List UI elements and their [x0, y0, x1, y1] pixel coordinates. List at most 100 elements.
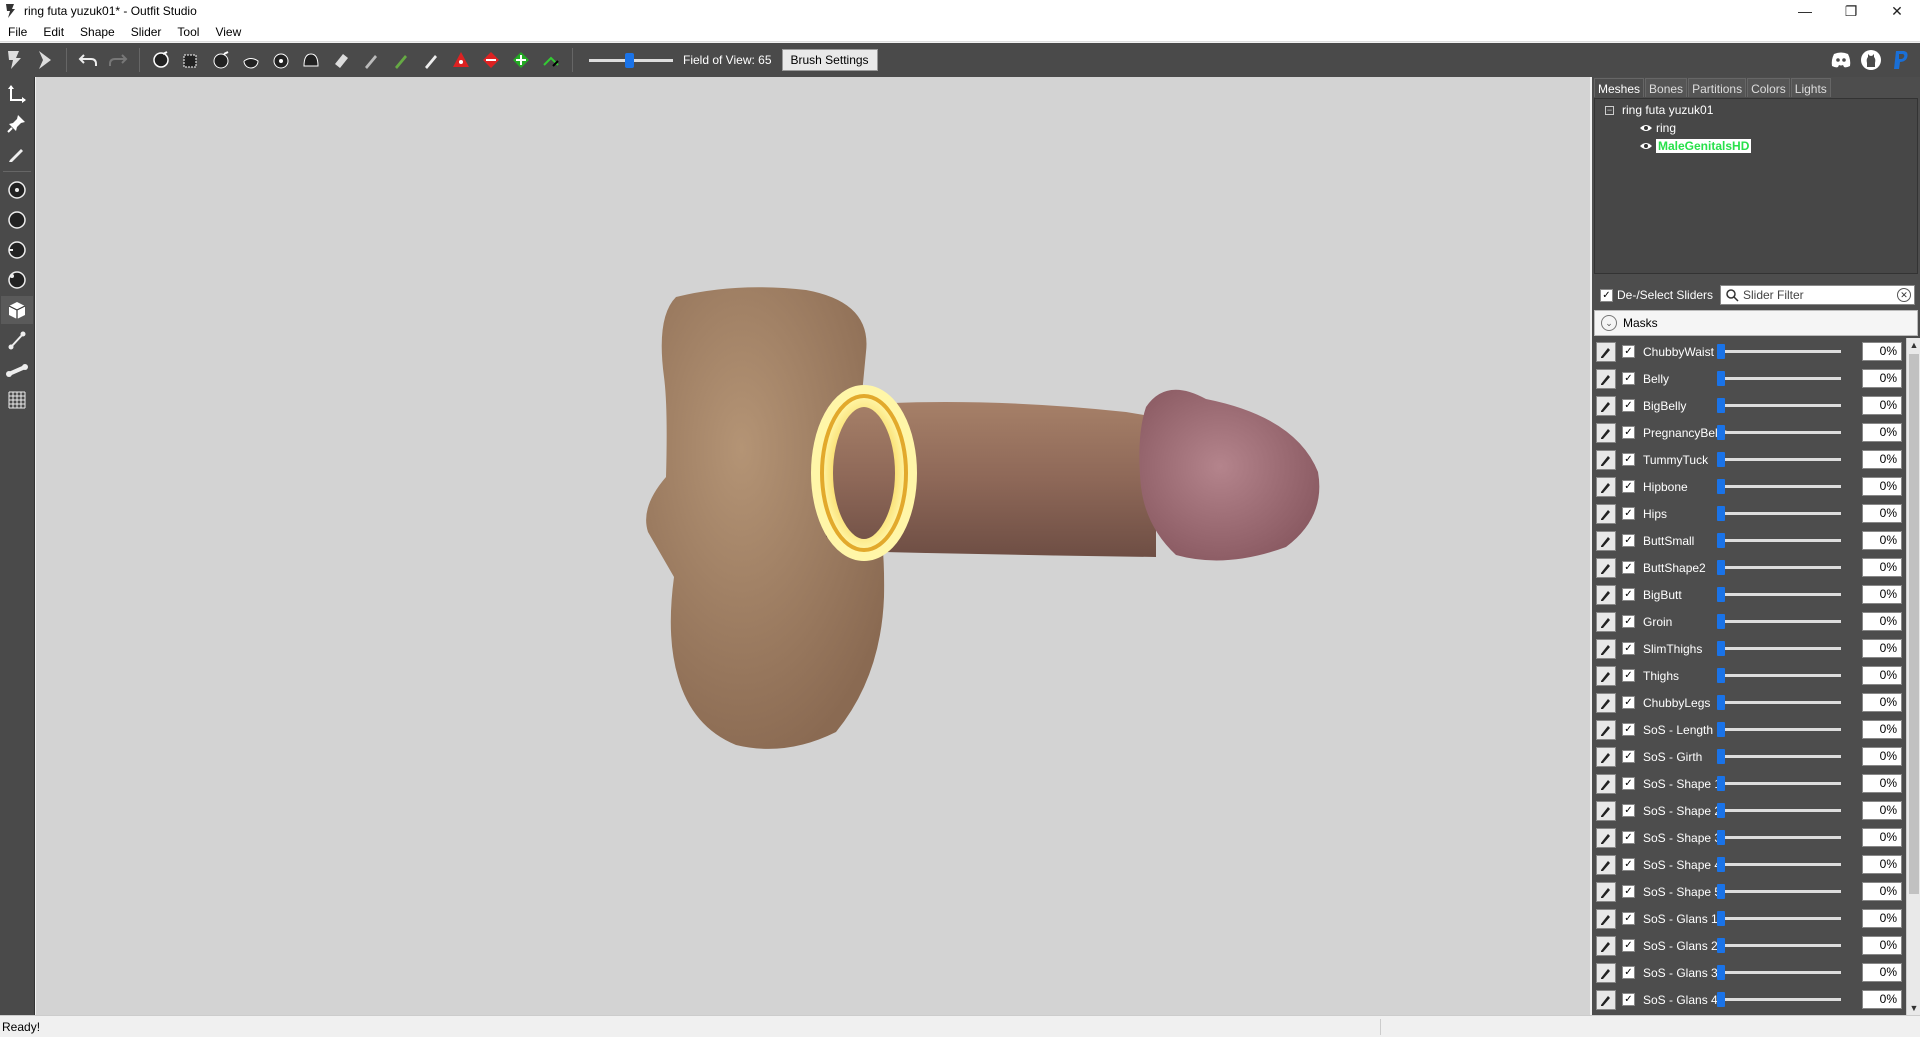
color-pen-icon[interactable] [387, 46, 415, 74]
menu-file[interactable]: File [0, 25, 35, 39]
slider-track[interactable] [1719, 863, 1841, 866]
edit-slider-pencil-icon[interactable] [1596, 746, 1616, 767]
slider-track[interactable] [1719, 674, 1841, 677]
tab-bones[interactable]: Bones [1645, 78, 1688, 97]
slider-enable-checkbox[interactable]: ✓ [1622, 885, 1635, 898]
slider-track[interactable] [1719, 593, 1841, 596]
slider-value-field[interactable]: 0% [1862, 504, 1902, 523]
edit-slider-pencil-icon[interactable] [1596, 800, 1616, 821]
slider-track[interactable] [1719, 431, 1841, 434]
slider-track[interactable] [1719, 701, 1841, 704]
slider-knob[interactable] [1717, 560, 1726, 575]
slider-knob[interactable] [1717, 965, 1726, 980]
slider-knob[interactable] [1717, 668, 1726, 683]
slider-enable-checkbox[interactable]: ✓ [1622, 831, 1635, 844]
vertex-medium-icon[interactable] [1, 206, 33, 234]
slider-knob[interactable] [1717, 452, 1726, 467]
slider-enable-checkbox[interactable]: ✓ [1622, 561, 1635, 574]
slider-enable-checkbox[interactable]: ✓ [1622, 615, 1635, 628]
move-icon[interactable] [267, 46, 295, 74]
slider-enable-checkbox[interactable]: ✓ [1622, 534, 1635, 547]
deflate-icon[interactable] [237, 46, 265, 74]
cube-icon[interactable] [1, 296, 33, 324]
slider-enable-checkbox[interactable]: ✓ [1622, 858, 1635, 871]
edit-slider-pencil-icon[interactable] [1596, 503, 1616, 524]
slider-track[interactable] [1719, 512, 1841, 515]
slider-track[interactable] [1719, 971, 1841, 974]
edit-slider-pencil-icon[interactable] [1596, 341, 1616, 362]
checkbox-checked[interactable]: ✓ [1600, 288, 1613, 302]
transform-icon[interactable] [447, 46, 475, 74]
tree-item-ring[interactable]: ring [1595, 119, 1917, 137]
slider-track[interactable] [1719, 458, 1841, 461]
slider-knob[interactable] [1717, 722, 1726, 737]
slider-value-field[interactable]: 0% [1862, 396, 1902, 415]
edit-slider-pencil-icon[interactable] [1596, 638, 1616, 659]
edit-slider-pencil-icon[interactable] [1596, 422, 1616, 443]
slider-enable-checkbox[interactable]: ✓ [1622, 399, 1635, 412]
brush-settings-button[interactable]: Brush Settings [781, 49, 878, 71]
slider-track[interactable] [1719, 728, 1841, 731]
slider-value-field[interactable]: 0% [1862, 531, 1902, 550]
slider-enable-checkbox[interactable]: ✓ [1622, 372, 1635, 385]
paypal-icon[interactable] [1887, 46, 1915, 74]
select-icon[interactable] [31, 46, 59, 74]
slider-enable-checkbox[interactable]: ✓ [1622, 966, 1635, 979]
slider-knob[interactable] [1717, 425, 1726, 440]
menu-tool[interactable]: Tool [169, 25, 207, 39]
edit-slider-pencil-icon[interactable] [1596, 962, 1616, 983]
bone-icon[interactable] [1, 326, 33, 354]
slider-value-field[interactable]: 0% [1862, 585, 1902, 604]
undo-icon[interactable] [74, 46, 102, 74]
menu-view[interactable]: View [207, 25, 249, 39]
expand-icon[interactable] [507, 46, 535, 74]
vertex-large-icon[interactable] [1, 236, 33, 264]
edit-slider-pencil-icon[interactable] [1596, 854, 1616, 875]
slider-knob[interactable] [1717, 938, 1726, 953]
redo-icon[interactable] [104, 46, 132, 74]
collapse-icon[interactable] [477, 46, 505, 74]
slider-value-field[interactable]: 0% [1862, 909, 1902, 928]
translate-icon[interactable] [1, 79, 33, 107]
pipette-icon[interactable] [417, 46, 445, 74]
tree-item-malegenitalshd[interactable]: MaleGenitalsHD [1595, 137, 1917, 155]
slider-track[interactable] [1719, 917, 1841, 920]
edit-slider-pencil-icon[interactable] [1596, 449, 1616, 470]
close-button[interactable]: ✕ [1874, 0, 1920, 22]
eye-icon[interactable] [1639, 123, 1653, 133]
slider-track[interactable] [1719, 944, 1841, 947]
vertex-small-icon[interactable] [1, 176, 33, 204]
slider-knob[interactable] [1717, 857, 1726, 872]
slider-enable-checkbox[interactable]: ✓ [1622, 777, 1635, 790]
slider-knob[interactable] [1717, 614, 1726, 629]
collapse-toggle-icon[interactable]: − [1605, 105, 1614, 115]
maximize-button[interactable]: ❐ [1828, 0, 1874, 22]
menu-shape[interactable]: Shape [72, 25, 123, 39]
slider-list-scrollbar[interactable]: ▲ ▼ [1906, 338, 1920, 1015]
tab-meshes[interactable]: Meshes [1594, 78, 1645, 97]
pen-icon[interactable] [357, 46, 385, 74]
edit-slider-pencil-icon[interactable] [1596, 719, 1616, 740]
tab-lights[interactable]: Lights [1790, 78, 1831, 97]
slider-value-field[interactable]: 0% [1862, 369, 1902, 388]
edit-slider-pencil-icon[interactable] [1596, 530, 1616, 551]
slider-track[interactable] [1719, 539, 1841, 542]
clear-filter-icon[interactable]: ✕ [1897, 288, 1911, 302]
slider-value-field[interactable]: 0% [1862, 666, 1902, 685]
slider-enable-checkbox[interactable]: ✓ [1622, 723, 1635, 736]
slider-track[interactable] [1719, 620, 1841, 623]
menu-edit[interactable]: Edit [35, 25, 72, 39]
bone-chain-icon[interactable] [1, 356, 33, 384]
deselect-sliders-checkbox[interactable]: ✓ De-/Select Sliders [1600, 288, 1713, 302]
slider-knob[interactable] [1717, 533, 1726, 548]
edit-slider-pencil-icon[interactable] [1596, 881, 1616, 902]
edit-slider-pencil-icon[interactable] [1596, 908, 1616, 929]
slider-knob[interactable] [1717, 884, 1726, 899]
slider-value-field[interactable]: 0% [1862, 828, 1902, 847]
slider-track[interactable] [1719, 782, 1841, 785]
eye-icon[interactable] [1639, 141, 1653, 151]
edit-slider-pencil-icon[interactable] [1596, 611, 1616, 632]
slider-knob[interactable] [1717, 749, 1726, 764]
slider-value-field[interactable]: 0% [1862, 747, 1902, 766]
slider-value-field[interactable]: 0% [1862, 990, 1902, 1009]
